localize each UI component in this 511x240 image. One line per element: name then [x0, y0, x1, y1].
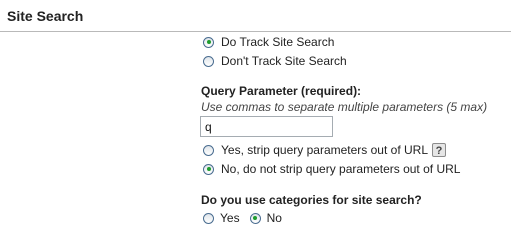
categories-no-radio[interactable]: [249, 212, 261, 224]
do-track-option[interactable]: Do Track Site Search: [203, 34, 334, 50]
strip-yes-label: Yes, strip query parameters out of URL: [221, 143, 428, 157]
query-parameter-hint: Use commas to separate multiple paramete…: [201, 100, 488, 114]
dont-track-radio[interactable]: [203, 55, 214, 67]
strip-no-radio[interactable]: [203, 163, 214, 175]
categories-yes-option[interactable]: Yes: [203, 211, 240, 225]
dont-track-option[interactable]: Don't Track Site Search: [203, 53, 347, 69]
query-parameter-input[interactable]: [200, 116, 333, 137]
header-divider: [0, 31, 511, 32]
question-mark-icon[interactable]: ?: [432, 143, 446, 157]
strip-yes-radio[interactable]: [203, 144, 214, 156]
do-track-radio[interactable]: [203, 36, 214, 48]
do-track-label: Do Track Site Search: [221, 35, 335, 49]
strip-no-label: No, do not strip query parameters out of…: [221, 162, 461, 176]
categories-no-label: No: [266, 211, 282, 225]
section-header: Site Search: [0, 0, 511, 31]
categories-question: Do you use categories for site search?: [201, 193, 422, 207]
strip-yes-option[interactable]: Yes, strip query parameters out of URL ?: [203, 142, 446, 158]
query-parameter-label: Query Parameter (required):: [201, 84, 362, 98]
section-title: Site Search: [7, 8, 84, 24]
categories-yes-radio[interactable]: [203, 212, 214, 224]
categories-no-option[interactable]: No: [249, 211, 282, 225]
categories-choices: Yes No: [203, 211, 292, 225]
categories-yes-label: Yes: [220, 211, 240, 225]
strip-no-option[interactable]: No, do not strip query parameters out of…: [203, 161, 460, 177]
dont-track-label: Don't Track Site Search: [221, 54, 347, 68]
